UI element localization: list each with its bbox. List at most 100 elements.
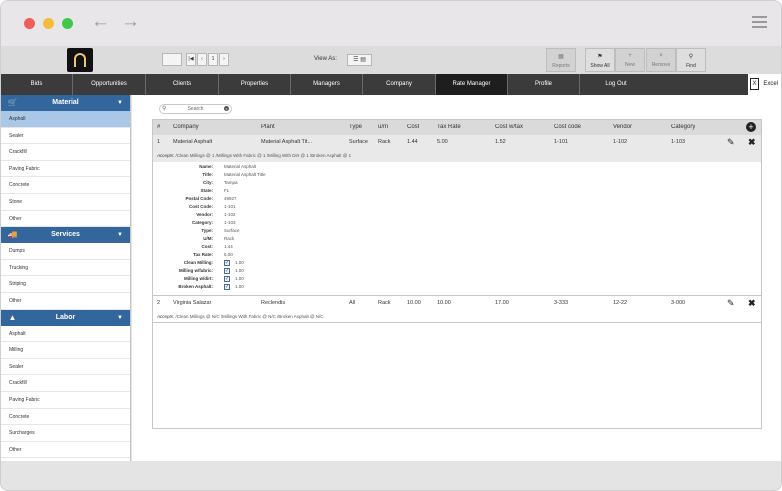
row-cost: 1.44 — [407, 139, 418, 145]
edit-icon[interactable]: ✎ — [727, 299, 737, 308]
minimize-dot-icon[interactable] — [43, 18, 54, 29]
sidebar-item-material-other[interactable]: Other — [1, 211, 130, 228]
sidebar-item-labor-asphalt[interactable]: Asphalt — [1, 326, 130, 343]
excel-label: Excel — [763, 81, 778, 87]
pager-record-field[interactable] — [162, 53, 182, 66]
nav-clients[interactable]: Clients — [146, 74, 219, 95]
col-num[interactable]: # — [157, 124, 160, 130]
add-row-icon[interactable]: + — [746, 122, 756, 132]
col-cost-code[interactable]: Cost code — [554, 124, 581, 130]
row-type: All — [349, 300, 356, 306]
sidebar-item-material-sealer[interactable]: Sealer — [1, 128, 130, 145]
sidebar-item-labor-concrete[interactable]: Concrete — [1, 409, 130, 426]
nav-rate-manager[interactable]: Rate Manager — [436, 74, 508, 95]
col-cost-w-tax[interactable]: Cost w/tax — [495, 124, 523, 130]
detail-label: Tax Rate: — [193, 252, 213, 257]
clean-milling-checkbox[interactable]: ✓ — [224, 260, 230, 266]
view-toggle-button[interactable]: ☰ ▤ — [347, 54, 372, 66]
nav-bids[interactable]: Bids — [1, 74, 73, 95]
zoom-dot-icon[interactable] — [62, 18, 73, 29]
sidebar-item-material-paving-fabric[interactable]: Paving Fabric — [1, 161, 130, 178]
sidebar-item-material-asphalt[interactable]: Asphalt — [1, 111, 130, 128]
excel-export-button[interactable]: X Excel — [748, 74, 781, 95]
milling-fabric-checkbox[interactable]: ✓ — [224, 268, 230, 274]
find-label: Find — [686, 63, 696, 69]
hamburger-icon[interactable] — [752, 16, 767, 31]
caret-down-icon[interactable]: ▼ — [117, 310, 123, 326]
sidebar-item-services-striping[interactable]: Striping — [1, 276, 130, 293]
row-plant: Material Asphalt Tit... — [261, 139, 313, 145]
sidebar-item-services-other[interactable]: Other — [1, 293, 130, 310]
reports-button[interactable]: ▦ Reports — [546, 48, 576, 72]
row-accepts: Accepts: /Clean Millings @ 1 /Millings W… — [153, 150, 761, 162]
clear-search-icon[interactable]: × — [224, 106, 229, 111]
col-cost[interactable]: Cost — [407, 124, 419, 130]
next-record-button[interactable]: › — [219, 53, 229, 66]
detail-label: Category: — [191, 220, 213, 225]
detail-value: FL — [224, 188, 230, 193]
delete-icon[interactable]: ✖ — [748, 138, 757, 147]
table-row[interactable]: 2 Virginia Salazar Reclendis All Rack 10… — [153, 296, 761, 311]
search-input[interactable]: ⚲ Search × — [159, 104, 232, 114]
row-tax-rate: 5.00 — [437, 139, 448, 145]
accepts-list: /Clean Millings @ 1 /Millings With Fabri… — [175, 153, 352, 158]
delete-icon[interactable]: ✖ — [748, 299, 757, 308]
table-row[interactable]: 1 Material Asphalt Material Asphalt Tit.… — [153, 135, 761, 150]
col-company[interactable]: Company — [173, 124, 199, 130]
sidebar-item-labor-surcharges[interactable]: Surcharges — [1, 425, 130, 442]
nav-company[interactable]: Company — [363, 74, 436, 95]
col-um[interactable]: u/m — [378, 124, 388, 130]
sidebar-item-material-crackfill[interactable]: Crackfill — [1, 144, 130, 161]
show-all-button[interactable]: ⚑ Show All — [585, 48, 615, 72]
row-um: Rack — [378, 139, 391, 145]
caret-down-icon[interactable]: ▼ — [117, 95, 123, 111]
sidebar-item-labor-sealer[interactable]: Sealer — [1, 359, 130, 376]
row-vendor: 12-22 — [613, 300, 628, 306]
sidebar-item-services-trucking[interactable]: Trucking — [1, 260, 130, 277]
company-logo — [67, 48, 93, 72]
truck-icon: 🚚 — [7, 230, 18, 240]
first-record-button[interactable]: |◀ — [186, 53, 196, 66]
back-arrow-icon[interactable]: ← — [91, 12, 110, 32]
detail-value: 1-102 — [224, 212, 236, 217]
new-button[interactable]: + New — [615, 48, 645, 72]
detail-value: 1-101 — [224, 204, 236, 209]
sidebar-item-labor-milling[interactable]: Milling — [1, 342, 130, 359]
nav-logout[interactable]: Log Out — [580, 74, 652, 95]
sidebar-item-services-dumps[interactable]: Dumps — [1, 243, 130, 260]
row-category: 1-103 — [671, 139, 686, 145]
sidebar-header-services[interactable]: 🚚 Services ▼ — [1, 227, 130, 244]
col-plant[interactable]: Plant — [261, 124, 275, 130]
sidebar-header-labor[interactable]: ▲ Labor ▼ — [1, 309, 130, 326]
col-type[interactable]: Type — [349, 124, 362, 130]
prev-record-button[interactable]: ‹ — [197, 53, 207, 66]
milling-dirt-checkbox[interactable]: ✓ — [224, 276, 230, 282]
col-vendor[interactable]: Vendor — [613, 124, 632, 130]
nav-opportunities[interactable]: Opportunities — [73, 74, 146, 95]
labor-title: Labor — [55, 313, 76, 321]
list-view-icon[interactable]: ☰ — [353, 57, 358, 63]
caret-down-icon[interactable]: ▼ — [117, 227, 123, 243]
broken-asphalt-checkbox[interactable]: ✓ — [224, 284, 230, 290]
check-label: Milling w/dirt: — [184, 276, 213, 281]
material-title: Material — [52, 99, 79, 106]
sidebar-item-material-stone[interactable]: Stone — [1, 194, 130, 211]
detail-value: Tampa — [224, 180, 238, 185]
nav-managers[interactable]: Managers — [291, 74, 363, 95]
nav-properties[interactable]: Properties — [219, 74, 291, 95]
edit-icon[interactable]: ✎ — [727, 138, 737, 147]
nav-profile[interactable]: Profile — [508, 74, 580, 95]
sidebar-item-labor-paving-fabric[interactable]: Paving Fabric — [1, 392, 130, 409]
close-dot-icon[interactable] — [24, 18, 35, 29]
col-tax-rate[interactable]: Tax Rate — [437, 124, 461, 130]
sidebar-header-material[interactable]: 🛒 Material ▼ — [1, 95, 130, 111]
remove-button[interactable]: × Remove — [646, 48, 676, 72]
sidebar-item-material-concrete[interactable]: Concrete — [1, 177, 130, 194]
detail-value: 49927 — [224, 196, 237, 201]
find-button[interactable]: ⚲ Find — [676, 48, 706, 72]
form-view-icon[interactable]: ▤ — [360, 57, 366, 63]
sidebar-item-labor-other[interactable]: Other — [1, 442, 130, 459]
forward-arrow-icon[interactable]: → — [121, 12, 140, 32]
col-category[interactable]: Category — [671, 124, 695, 130]
sidebar-item-labor-crackfill[interactable]: Crackfill — [1, 375, 130, 392]
